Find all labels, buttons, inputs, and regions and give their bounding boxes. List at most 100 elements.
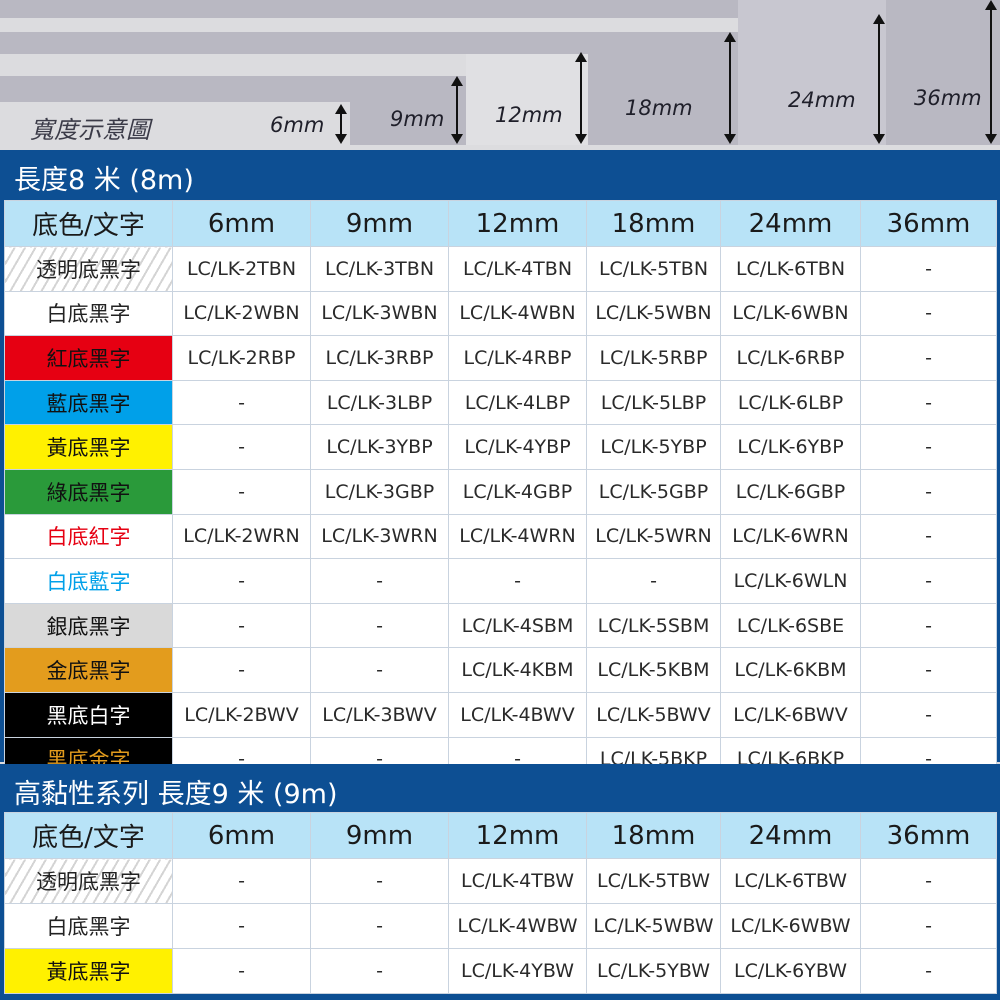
model-cell: LC/LK-4WBW: [448, 903, 587, 949]
width-diagram: 寬度示意圖 6mm 9mm 12mm 18mm 24mm 36mm: [0, 0, 1000, 148]
table-row: 透明底黑字 - - LC/LK-4TBW LC/LK-5TBW LC/LK-6TBW -: [4, 858, 997, 904]
section-9m-title: 高黏性系列 長度9 米 (9m): [14, 779, 338, 810]
model-cell: LC/LK-4WBN: [448, 290, 587, 337]
row-label: 白底紅字: [4, 513, 173, 560]
header-width: 6mm: [172, 812, 311, 859]
row-label: 白底藍字: [4, 558, 173, 604]
model-cell: -: [172, 424, 311, 470]
model-cell: LC/LK-3WBN: [310, 290, 449, 337]
model-cell: -: [860, 379, 997, 426]
model-cell: LC/LK-5RBP: [586, 335, 721, 381]
table-row: 透明底黑字 LC/LK-2TBN LC/LK-3TBN LC/LK-4TBN LC/LK…: [4, 246, 997, 292]
table-header-row: 底色/文字 6mm 9mm 12mm 18mm 24mm 36mm: [4, 200, 997, 247]
model-cell: LC/LK-6TBN: [720, 246, 861, 292]
header-width: 24mm: [720, 812, 861, 859]
model-cell: LC/LK-4GBP: [448, 468, 587, 515]
model-cell: LC/LK-3TBN: [310, 246, 449, 292]
model-cell: -: [172, 948, 311, 994]
model-cell: LC/LK-3RBP: [310, 335, 449, 381]
model-cell: -: [448, 558, 587, 604]
arrow-12mm: [575, 52, 587, 144]
model-cell: -: [860, 691, 997, 738]
table-row: 藍底黑字 - LC/LK-3LBP LC/LK-4LBP LC/LK-5LBP LC/LK…: [4, 379, 997, 426]
table-row: 白底紅字 LC/LK-2WRN LC/LK-3WRN LC/LK-4WRN LC/LK-…: [4, 513, 997, 560]
header-width: 36mm: [860, 812, 997, 859]
width-label-12mm: 12mm: [495, 103, 563, 127]
model-cell: LC/LK-5TBN: [586, 246, 721, 292]
model-cell: LC/LK-5SBM: [586, 602, 721, 649]
table-row: 黃底黑字 - - LC/LK-4YBW LC/LK-5YBW LC/LK-6YBW -: [4, 948, 997, 994]
model-cell: LC/LK-3YBP: [310, 424, 449, 470]
table-header-row: 底色/文字 6mm 9mm 12mm 18mm 24mm 36mm: [4, 812, 997, 859]
model-cell: -: [172, 647, 311, 693]
header-width: 18mm: [586, 200, 721, 247]
model-cell: LC/LK-6BWV: [720, 691, 861, 738]
model-cell: -: [310, 903, 449, 949]
model-cell: -: [586, 558, 721, 604]
header-width: 18mm: [586, 812, 721, 859]
table-row: 紅底黑字 LC/LK-2RBP LC/LK-3RBP LC/LK-4RBP LC/LK-…: [4, 335, 997, 381]
model-cell: -: [860, 335, 997, 381]
model-cell: -: [172, 468, 311, 515]
model-cell: LC/LK-6WRN: [720, 513, 861, 560]
model-cell: LC/LK-5KBM: [586, 647, 721, 693]
width-label-24mm: 24mm: [788, 88, 856, 112]
arrow-9mm: [451, 76, 463, 144]
model-cell: LC/LK-4KBM: [448, 647, 587, 693]
model-cell: LC/LK-6WBN: [720, 290, 861, 337]
table-row: 銀底黑字 - - LC/LK-4SBM LC/LK-5SBM LC/LK-6SBE -: [4, 602, 997, 649]
model-cell: LC/LK-5GBP: [586, 468, 721, 515]
model-cell: -: [860, 948, 997, 994]
model-cell: LC/LK-6SBE: [720, 602, 861, 649]
header-width: 6mm: [172, 200, 311, 247]
row-label: 黑底白字: [4, 691, 173, 738]
bar-18mm-right: [588, 32, 738, 145]
model-cell: -: [860, 858, 997, 904]
model-cell: LC/LK-3GBP: [310, 468, 449, 515]
arrow-36mm: [985, 0, 997, 144]
model-cell: LC/LK-4TBN: [448, 246, 587, 292]
model-cell: LC/LK-2TBN: [172, 246, 311, 292]
model-cell: LC/LK-4WRN: [448, 513, 587, 560]
model-cell: -: [172, 602, 311, 649]
model-cell: LC/LK-2WRN: [172, 513, 311, 560]
model-cell: LC/LK-3BWV: [310, 691, 449, 738]
table-row: 黃底黑字 - LC/LK-3YBP LC/LK-4YBP LC/LK-5YBP LC/LK…: [4, 424, 997, 470]
model-cell: LC/LK-6WBW: [720, 903, 861, 949]
table-row: 綠底黑字 - LC/LK-3GBP LC/LK-4GBP LC/LK-5GBP LC/LK…: [4, 468, 997, 515]
row-label: 白底黑字: [4, 903, 173, 949]
row-label: 銀底黑字: [4, 602, 173, 649]
model-cell: LC/LK-2WBN: [172, 290, 311, 337]
row-label: 藍底黑字: [4, 379, 173, 426]
model-cell: LC/LK-6YBP: [720, 424, 861, 470]
row-label: 紅底黑字: [4, 335, 173, 381]
model-cell: -: [172, 558, 311, 604]
model-cell: LC/LK-6TBW: [720, 858, 861, 904]
model-cell: LC/LK-5WBW: [586, 903, 721, 949]
model-cell: LC/LK-4YBP: [448, 424, 587, 470]
arrow-18mm: [724, 32, 736, 144]
width-label-6mm: 6mm: [270, 113, 325, 137]
model-cell: -: [310, 858, 449, 904]
model-cell: LC/LK-4LBP: [448, 379, 587, 426]
header-width: 12mm: [448, 812, 587, 859]
model-cell: -: [172, 379, 311, 426]
header-width: 9mm: [310, 200, 449, 247]
width-label-36mm: 36mm: [914, 86, 982, 110]
model-cell: LC/LK-4SBM: [448, 602, 587, 649]
model-cell: LC/LK-5TBW: [586, 858, 721, 904]
table-row: 黑底白字 LC/LK-2BWV LC/LK-3BWV LC/LK-4BWV LC/LK-…: [4, 691, 997, 738]
model-cell: LC/LK-2BWV: [172, 691, 311, 738]
row-label: 綠底黑字: [4, 468, 173, 515]
bar-36mm-right: [886, 0, 1000, 145]
model-cell: LC/LK-4RBP: [448, 335, 587, 381]
table-row: 白底藍字 - - - - LC/LK-6WLN -: [4, 558, 997, 604]
row-label: 透明底黑字: [4, 858, 173, 904]
width-label-18mm: 18mm: [625, 96, 693, 120]
model-cell: LC/LK-6RBP: [720, 335, 861, 381]
model-cell: -: [310, 647, 449, 693]
section-8m-title: 長度8 米 (8m): [14, 165, 194, 196]
model-cell: LC/LK-6LBP: [720, 379, 861, 426]
header-color-text: 底色/文字: [4, 200, 173, 247]
model-cell: -: [860, 602, 997, 649]
